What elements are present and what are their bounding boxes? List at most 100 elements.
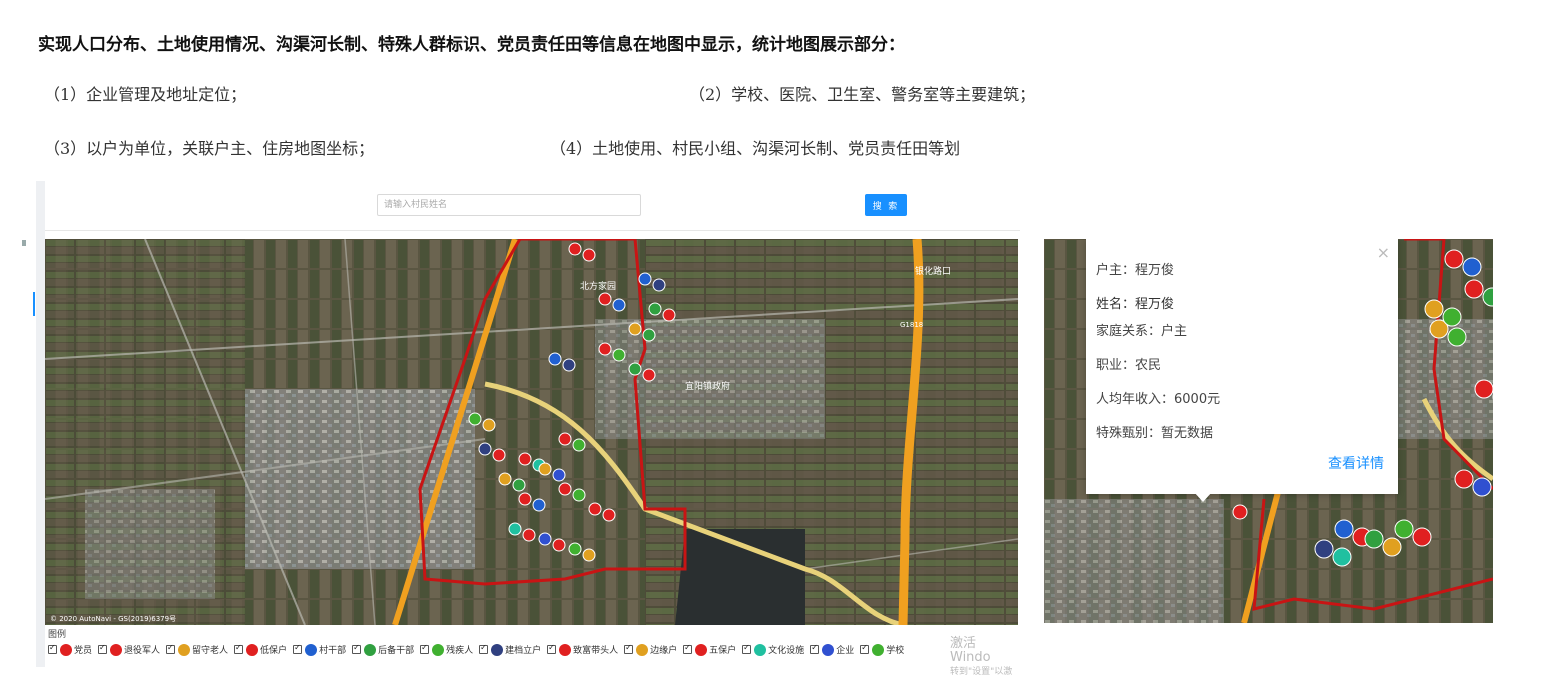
village-map[interactable]: 北方家园 宜阳镇政府 银化路口 G1818 © 2020 AutoNavi - … — [45, 239, 1018, 625]
legend-checkbox[interactable] — [48, 643, 57, 654]
legend-item[interactable]: 退役军人 — [98, 643, 160, 656]
map-marker-icon[interactable] — [572, 488, 586, 502]
map-marker-icon[interactable] — [1474, 379, 1493, 399]
legend-checkbox[interactable] — [624, 643, 634, 654]
legend-item[interactable]: 残疾人 — [420, 643, 473, 656]
map-marker-icon[interactable] — [1314, 539, 1334, 559]
map-marker-icon[interactable] — [582, 548, 596, 562]
map-marker-icon[interactable] — [498, 472, 512, 486]
legend-item[interactable]: 党员 — [48, 643, 92, 656]
map-marker-icon[interactable] — [572, 438, 586, 452]
map-marker-icon[interactable] — [518, 492, 532, 506]
map-marker-icon[interactable] — [588, 502, 602, 516]
map-marker-icon[interactable] — [478, 442, 492, 456]
map-marker-icon[interactable] — [662, 308, 676, 322]
legend-item[interactable]: 文化设施 — [742, 643, 804, 656]
legend-item[interactable]: 留守老人 — [166, 643, 228, 656]
legend-item[interactable]: 致富带头人 — [547, 643, 618, 656]
legend-item[interactable]: 企业 — [810, 643, 854, 656]
map-marker-icon[interactable] — [598, 342, 612, 356]
popup-relation: 家庭关系：户主 — [1096, 324, 1188, 339]
legend-checkbox[interactable] — [683, 643, 693, 654]
legend-item[interactable]: 边缘户 — [624, 643, 677, 656]
map-marker-icon[interactable] — [482, 418, 496, 432]
map-marker-icon[interactable] — [518, 452, 532, 466]
map-marker-icon[interactable] — [1232, 504, 1248, 520]
legend-label: 企业 — [836, 646, 855, 656]
map-marker-icon[interactable] — [1442, 307, 1462, 327]
map-marker-icon[interactable] — [648, 302, 662, 316]
map-marker-icon[interactable] — [1472, 477, 1492, 497]
map-marker-icon[interactable] — [1444, 249, 1464, 269]
legend-checkbox[interactable] — [742, 643, 752, 654]
legend-item[interactable]: 五保户 — [683, 643, 736, 656]
search-button[interactable]: 搜 索 — [865, 194, 907, 216]
legend-checkbox[interactable] — [810, 643, 820, 654]
household-detail-map[interactable]: × 户主：程万俊 姓名：程万俊 家庭关系：户主 职业：农民 人均年收入：6000… — [1044, 239, 1493, 623]
legend-checkbox[interactable] — [860, 643, 870, 654]
legend-item[interactable]: 学校 — [860, 643, 904, 656]
map-marker-icon[interactable] — [568, 242, 582, 256]
map-marker-icon[interactable] — [492, 448, 506, 462]
map-marker-icon[interactable] — [1332, 547, 1352, 567]
legend-checkbox[interactable] — [293, 643, 303, 654]
map-marker-icon[interactable] — [1454, 469, 1474, 489]
household-info-popup: × 户主：程万俊 姓名：程万俊 家庭关系：户主 职业：农民 人均年收入：6000… — [1086, 239, 1398, 494]
map-marker-icon[interactable] — [642, 328, 656, 342]
legend-item[interactable]: 建档立户 — [479, 643, 541, 656]
map-marker-icon[interactable] — [552, 468, 566, 482]
legend-checkbox[interactable] — [352, 643, 362, 654]
legend-checkbox[interactable] — [547, 643, 557, 654]
popup-occupation: 职业：农民 — [1096, 358, 1162, 373]
legend-item[interactable]: 低保户 — [234, 643, 287, 656]
map-marker-icon[interactable] — [582, 248, 596, 262]
map-marker-icon[interactable] — [1394, 519, 1414, 539]
close-icon[interactable]: × — [1377, 243, 1390, 262]
map-marker-icon[interactable] — [1464, 279, 1484, 299]
map-marker-icon[interactable] — [568, 542, 582, 556]
map-marker-icon[interactable] — [538, 532, 552, 546]
map-marker-icon[interactable] — [562, 358, 576, 372]
map-marker-icon[interactable] — [1412, 527, 1432, 547]
map-marker-icon[interactable] — [628, 362, 642, 376]
legend-checkbox[interactable] — [98, 643, 108, 654]
requirement-4: （4）土地使用、村民小组、沟渠河长制、党员责任田等划 — [550, 139, 961, 158]
map-marker-icon[interactable] — [1382, 537, 1402, 557]
legend-checkbox[interactable] — [234, 643, 244, 654]
map-marker-icon[interactable] — [552, 538, 566, 552]
map-marker-icon[interactable] — [602, 508, 616, 522]
map-marker-icon[interactable] — [532, 498, 546, 512]
legend-label: 残疾人 — [446, 646, 474, 656]
map-marker-icon[interactable] — [1462, 257, 1482, 277]
map-marker-icon[interactable] — [508, 522, 522, 536]
legend-label: 退役军人 — [124, 646, 161, 656]
view-details-link[interactable]: 查看详情 — [1328, 453, 1384, 473]
legend-label: 低保户 — [260, 646, 288, 656]
map-marker-icon[interactable] — [642, 368, 656, 382]
sidebar-collapse-handle[interactable] — [22, 240, 26, 246]
map-marker-icon[interactable] — [1447, 327, 1467, 347]
map-marker-icon[interactable] — [558, 482, 572, 496]
map-marker-icon[interactable] — [558, 432, 572, 446]
map-marker-icon[interactable] — [538, 462, 552, 476]
legend-checkbox[interactable] — [166, 643, 176, 654]
map-marker-icon[interactable] — [612, 348, 626, 362]
map-marker-icon[interactable] — [628, 322, 642, 336]
map-marker-icon[interactable] — [1424, 299, 1444, 319]
map-place-label: 宜阳镇政府 — [685, 380, 730, 392]
map-marker-icon[interactable] — [598, 292, 612, 306]
map-marker-icon[interactable] — [612, 298, 626, 312]
villager-search-input[interactable] — [377, 194, 641, 216]
map-marker-icon[interactable] — [468, 412, 482, 426]
map-marker-icon[interactable] — [522, 528, 536, 542]
legend-checkbox[interactable] — [479, 643, 489, 654]
map-marker-icon[interactable] — [1364, 529, 1384, 549]
map-marker-icon[interactable] — [638, 272, 652, 286]
map-marker-icon[interactable] — [548, 352, 562, 366]
legend-item[interactable]: 后备干部 — [352, 643, 414, 656]
map-marker-icon[interactable] — [512, 478, 526, 492]
legend-checkbox[interactable] — [420, 643, 430, 654]
map-marker-icon[interactable] — [1334, 519, 1354, 539]
map-marker-icon[interactable] — [652, 278, 666, 292]
legend-item[interactable]: 村干部 — [293, 643, 346, 656]
